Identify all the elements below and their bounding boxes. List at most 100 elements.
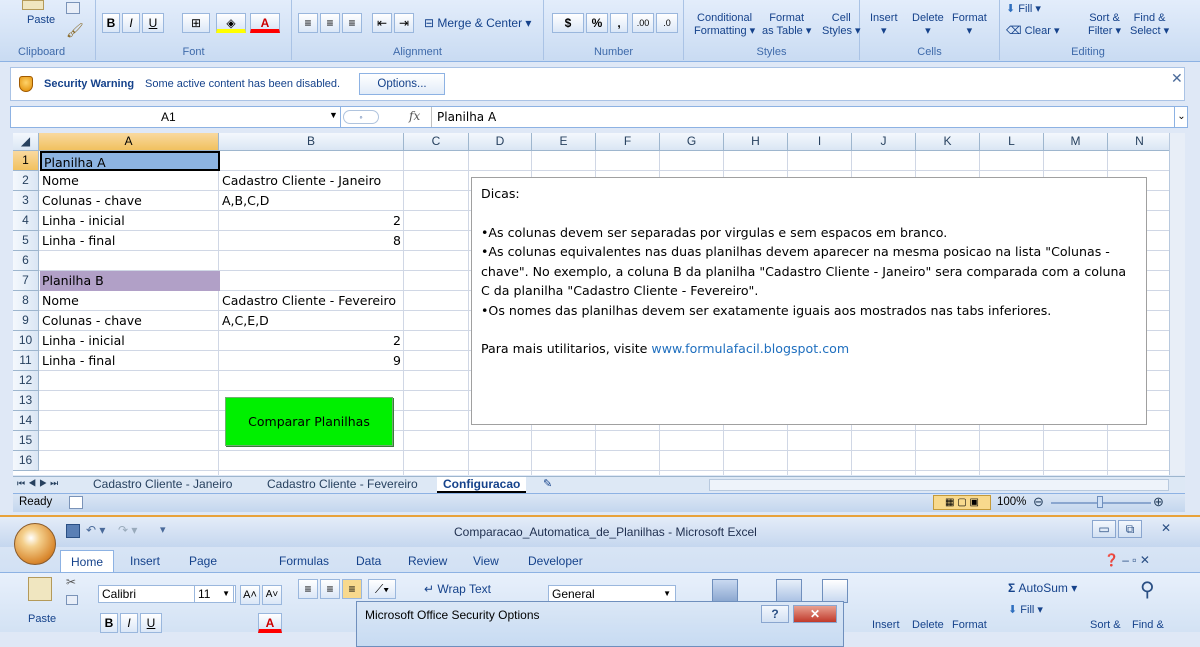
decrease-decimal-button[interactable]: .0 bbox=[656, 13, 678, 33]
row-header-7[interactable]: 7 bbox=[13, 271, 39, 291]
office-button[interactable] bbox=[14, 523, 56, 565]
find-select-button[interactable]: Find & Select ▾ bbox=[1130, 12, 1169, 38]
row-header-12[interactable]: 12 bbox=[13, 371, 39, 391]
column-header-b[interactable]: B bbox=[219, 133, 404, 151]
fx-icon[interactable]: fx bbox=[409, 109, 420, 123]
zoom-slider-thumb[interactable] bbox=[1097, 496, 1103, 508]
formula-input[interactable]: Planilha A bbox=[437, 110, 496, 124]
row-header-15[interactable]: 15 bbox=[13, 431, 39, 451]
row-header-13[interactable]: 13 bbox=[13, 391, 39, 411]
paste-button[interactable]: Paste bbox=[27, 14, 55, 26]
conditional-formatting-button[interactable]: Conditional Formatting ▾ bbox=[694, 12, 755, 38]
currency-button[interactable]: $ bbox=[552, 13, 584, 33]
fill-color-button[interactable]: ◈ bbox=[216, 13, 246, 33]
row-header-11[interactable]: 11 bbox=[13, 351, 39, 371]
italic-button[interactable]: I bbox=[122, 13, 140, 33]
clear-button[interactable]: ⌫ Clear ▾ bbox=[1006, 24, 1060, 37]
tab-configuracao[interactable]: Configuracao bbox=[437, 477, 527, 493]
vertical-scrollbar[interactable] bbox=[1169, 133, 1185, 475]
formula-bar-resize-handle[interactable]: ◦ bbox=[343, 110, 379, 124]
paste-icon[interactable] bbox=[22, 0, 44, 10]
align-middle-button[interactable]: ≡ bbox=[320, 579, 340, 599]
select-all-corner[interactable]: ◢ bbox=[13, 133, 39, 151]
tab-cadastro-janeiro[interactable]: Cadastro Cliente - Janeiro bbox=[87, 477, 238, 493]
column-header-f[interactable]: F bbox=[596, 133, 660, 151]
tab-formulas[interactable]: Formulas bbox=[279, 550, 329, 572]
bold-button[interactable]: B bbox=[102, 13, 120, 33]
cell-a8[interactable]: Nome bbox=[40, 291, 220, 311]
format-as-table-icon[interactable] bbox=[776, 579, 802, 603]
column-header-h[interactable]: H bbox=[724, 133, 788, 151]
shrink-font-button[interactable]: A˅ bbox=[262, 585, 282, 605]
delete-cells-button[interactable]: Delete bbox=[912, 619, 944, 631]
view-buttons[interactable]: ▦ ▢ ▣ bbox=[933, 495, 991, 510]
horizontal-scrollbar[interactable] bbox=[709, 479, 1169, 491]
cell-b2[interactable]: Cadastro Cliente - Janeiro bbox=[220, 171, 405, 191]
zoom-out-icon[interactable]: ⊖ bbox=[1033, 494, 1044, 510]
font-color-button[interactable]: A bbox=[258, 613, 282, 633]
wrap-text-button[interactable]: ↵ Wrap Text bbox=[424, 582, 491, 596]
column-header-d[interactable]: D bbox=[469, 133, 532, 151]
save-icon[interactable] bbox=[66, 524, 80, 538]
cell-a11[interactable]: Linha - final bbox=[40, 351, 220, 371]
column-header-k[interactable]: K bbox=[916, 133, 980, 151]
tab-data[interactable]: Data bbox=[356, 550, 381, 572]
fill-button[interactable]: ⬇ Fill ▾ bbox=[1006, 2, 1041, 15]
row-header-5[interactable]: 5 bbox=[13, 231, 39, 251]
cell-styles-button[interactable]: Cell Styles ▾ bbox=[822, 12, 861, 38]
comma-button[interactable]: , bbox=[610, 13, 628, 33]
column-header-e[interactable]: E bbox=[532, 133, 596, 151]
tab-view[interactable]: View bbox=[473, 550, 499, 572]
delete-cells-button[interactable]: Delete ▾ bbox=[912, 12, 944, 38]
chevron-down-icon[interactable]: ▼ bbox=[329, 110, 338, 120]
cell-a3[interactable]: Colunas - chave bbox=[40, 191, 220, 211]
tab-review[interactable]: Review bbox=[408, 550, 447, 572]
copy-icon[interactable] bbox=[66, 595, 78, 605]
borders-button[interactable]: ⊞ bbox=[182, 13, 210, 33]
format-cells-button[interactable]: Format bbox=[952, 619, 987, 631]
cell-b10[interactable]: 2 bbox=[220, 331, 403, 351]
dialog-help-button[interactable]: ? bbox=[761, 605, 789, 623]
row-header-6[interactable]: 6 bbox=[13, 251, 39, 271]
column-header-a[interactable]: A bbox=[39, 133, 219, 151]
tab-cadastro-fevereiro[interactable]: Cadastro Cliente - Fevereiro bbox=[261, 477, 424, 493]
tab-home[interactable]: Home bbox=[60, 550, 115, 572]
cell-a5[interactable]: Linha - final bbox=[40, 231, 220, 251]
row-header-10[interactable]: 10 bbox=[13, 331, 39, 351]
options-button[interactable]: Options... bbox=[359, 73, 445, 95]
tab-insert[interactable]: Insert bbox=[130, 550, 160, 572]
row-header-14[interactable]: 14 bbox=[13, 411, 39, 431]
row-header-8[interactable]: 8 bbox=[13, 291, 39, 311]
format-as-table-button[interactable]: Format as Table ▾ bbox=[762, 12, 811, 38]
row-header-2[interactable]: 2 bbox=[13, 171, 39, 191]
grow-font-button[interactable]: A˄ bbox=[240, 585, 260, 605]
cell-b9[interactable]: A,C,E,D bbox=[220, 311, 405, 331]
merge-center-button[interactable]: ⊟ Merge & Center ▾ bbox=[424, 16, 531, 30]
autosum-button[interactable]: Σ AutoSum ▾ bbox=[1008, 581, 1077, 595]
insert-sheet-icon[interactable]: ✎ bbox=[543, 477, 552, 490]
find-select-button[interactable]: Find & bbox=[1132, 619, 1164, 631]
italic-button[interactable]: I bbox=[120, 613, 138, 633]
format-cells-button[interactable]: Format ▾ bbox=[952, 12, 987, 38]
customize-quick-access-icon[interactable]: ▾ bbox=[160, 523, 166, 536]
increase-decimal-button[interactable]: .00 bbox=[632, 13, 654, 33]
column-header-g[interactable]: G bbox=[660, 133, 724, 151]
align-right-button[interactable]: ≡ bbox=[342, 13, 362, 33]
close-icon[interactable]: ✕ bbox=[1171, 70, 1183, 87]
fill-button[interactable]: ⬇ Fill ▾ bbox=[1008, 603, 1043, 616]
undo-icon[interactable]: ↶ ▾ bbox=[86, 523, 105, 537]
row-header-3[interactable]: 3 bbox=[13, 191, 39, 211]
row-header-9[interactable]: 9 bbox=[13, 311, 39, 331]
cell-a7[interactable]: Planilha B bbox=[40, 271, 220, 291]
cell-a1[interactable]: Planilha A bbox=[40, 151, 220, 171]
insert-cells-button[interactable]: Insert bbox=[872, 619, 900, 631]
column-header-c[interactable]: C bbox=[404, 133, 469, 151]
sort-filter-button[interactable]: Sort & bbox=[1090, 619, 1121, 631]
align-bottom-button[interactable]: ≡ bbox=[342, 579, 362, 599]
paste-label[interactable]: Paste bbox=[28, 613, 56, 625]
align-left-button[interactable]: ≡ bbox=[298, 13, 318, 33]
decrease-indent-button[interactable]: ⇤ bbox=[372, 13, 392, 33]
font-size-select[interactable]: 11 ▼ bbox=[194, 585, 234, 603]
increase-indent-button[interactable]: ⇥ bbox=[394, 13, 414, 33]
align-center-button[interactable]: ≡ bbox=[320, 13, 340, 33]
